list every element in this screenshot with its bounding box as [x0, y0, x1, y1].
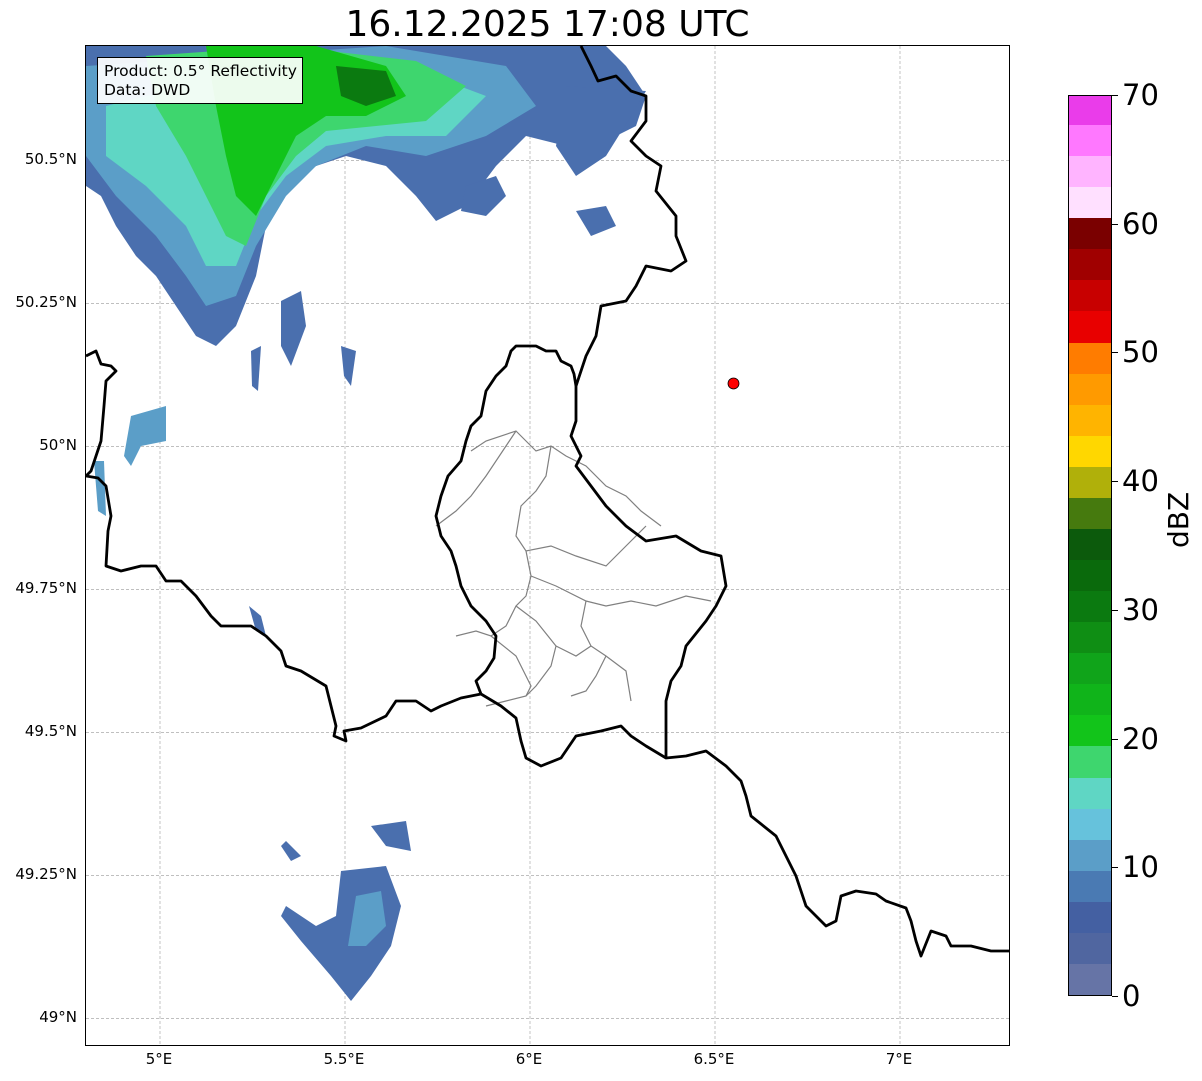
longitude-label: 6°E [515, 1050, 543, 1068]
latitude-label: 50.5°N [24, 150, 77, 169]
colorbar-tick-mark [1112, 609, 1118, 611]
colorbar-tick-label: 20 [1122, 721, 1159, 756]
map-canvas [86, 46, 1009, 1045]
echo-region [341, 346, 356, 386]
colorbar-segment [1069, 341, 1111, 374]
colorbar-segment [1069, 186, 1111, 219]
colorbar-segment [1069, 124, 1111, 157]
colorbar-segment [1069, 497, 1111, 529]
colorbar-segment [1069, 466, 1111, 498]
colorbar-segment [1069, 155, 1111, 188]
colorbar-tick-mark [1112, 738, 1118, 740]
colorbar-segment [1069, 652, 1111, 685]
echo-region [281, 841, 301, 861]
colorbar-segment [1069, 870, 1111, 902]
colorbar-segment [1069, 528, 1111, 561]
echo-region [371, 821, 411, 851]
district-borders [435, 430, 712, 707]
latitude-label: 49.5°N [24, 722, 77, 741]
colorbar-segment [1069, 559, 1111, 592]
colorbar-tick-mark [1112, 867, 1118, 869]
reflectivity-echoes [86, 46, 646, 1001]
colorbar-segment [1069, 776, 1111, 809]
longitude-label: 5°E [145, 1050, 173, 1068]
colorbar-tick-label: 40 [1122, 464, 1159, 499]
colorbar-tick-label: 30 [1122, 592, 1159, 627]
colorbar-segment [1069, 279, 1111, 312]
colorbar-segment [1069, 932, 1111, 964]
colorbar-segment [1069, 963, 1111, 995]
latitude-label: 49.75°N [15, 579, 77, 598]
colorbar-tick-label: 0 [1122, 979, 1141, 1013]
colorbar-segment [1069, 901, 1111, 933]
colorbar-tick-label: 10 [1122, 850, 1159, 885]
colorbar-segment [1069, 590, 1111, 623]
colorbar-segment [1069, 683, 1111, 716]
radar-map[interactable] [85, 45, 1010, 1046]
colorbar-tick-mark [1112, 95, 1118, 96]
colorbar-tick-mark [1112, 223, 1118, 225]
echo-region [281, 291, 306, 366]
colorbar-unit-label: dBZ [1162, 491, 1195, 548]
location-marker[interactable] [727, 377, 740, 390]
echo-region [251, 346, 261, 391]
colorbar-tick-label: 50 [1122, 335, 1159, 370]
data-source-label: Data: DWD [104, 81, 191, 99]
colorbar-segment [1069, 621, 1111, 654]
longitude-label: 5.5°E [323, 1050, 365, 1068]
product-info-box: Product: 0.5° Reflectivity Data: DWD [97, 57, 303, 104]
latitude-label: 49.25°N [15, 865, 77, 884]
colorbar-tick-label: 70 [1122, 78, 1159, 112]
latitude-label: 49°N [39, 1008, 77, 1027]
colorbar-segment [1069, 435, 1111, 467]
longitude-label: 6.5°E [693, 1050, 735, 1068]
colorbar-segment [1069, 839, 1111, 871]
colorbar-segment [1069, 714, 1111, 747]
reflectivity-colorbar [1068, 95, 1112, 996]
latitude-label: 50°N [39, 436, 77, 455]
map-title: 16.12.2025 17:08 UTC [345, 4, 750, 45]
colorbar-segment [1069, 248, 1111, 281]
colorbar-segment [1069, 217, 1111, 250]
colorbar-segment [1069, 310, 1111, 343]
colorbar-tick-mark [1112, 352, 1118, 354]
colorbar-segment [1069, 373, 1111, 405]
colorbar-tick-mark [1112, 996, 1118, 997]
colorbar-tick-mark [1112, 481, 1118, 483]
echo-region [94, 461, 106, 516]
colorbar-segment [1069, 808, 1111, 840]
colorbar-tick-label: 60 [1122, 206, 1159, 241]
longitude-label: 7°E [885, 1050, 913, 1068]
colorbar-segment [1069, 96, 1111, 126]
product-label: Product: 0.5° Reflectivity [104, 62, 297, 80]
colorbar-segment [1069, 745, 1111, 778]
echo-region [576, 206, 616, 236]
echo-region [281, 866, 401, 1001]
echo-region [556, 86, 646, 176]
colorbar-segment [1069, 404, 1111, 436]
latitude-label: 50.25°N [15, 293, 77, 312]
